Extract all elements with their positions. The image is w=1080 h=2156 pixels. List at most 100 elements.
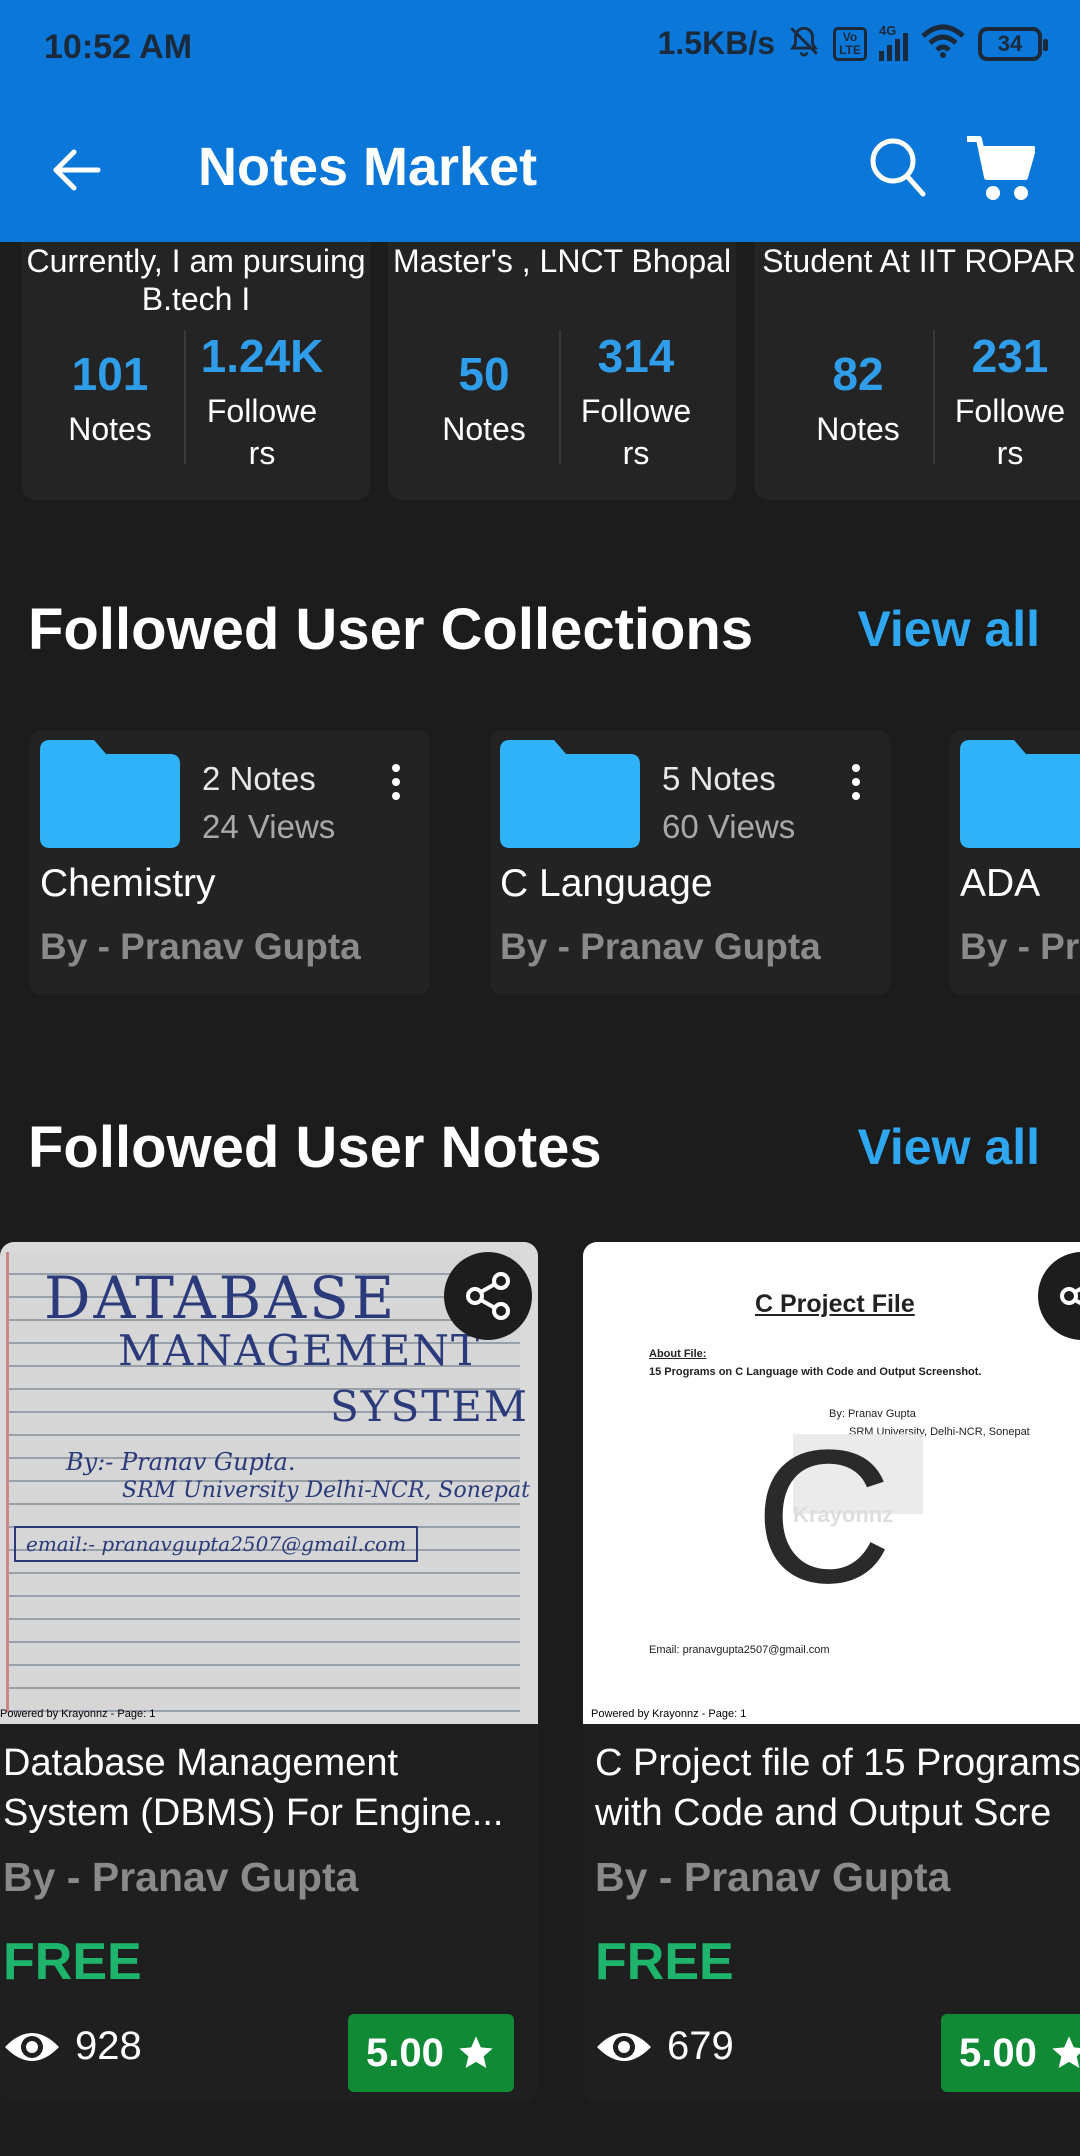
profile-description: Master's , LNCT Bhopal xyxy=(392,243,732,279)
note-card[interactable]: DATABASE MANAGEMENT SYSTEM By:- Pranav G… xyxy=(0,1242,538,2102)
collection-card[interactable]: 2 Notes 24 Views Chemistry By - Pranav G… xyxy=(30,730,430,995)
mute-bell-icon xyxy=(787,24,821,63)
followers-count: 1.24K xyxy=(200,330,324,382)
notes-count: 101 xyxy=(71,348,149,400)
profile-followers-stat: 1.24K Followe rs xyxy=(192,330,332,474)
search-button[interactable] xyxy=(862,130,934,206)
collection-card[interactable]: ADA By - Pranav Gupta xyxy=(950,730,1080,995)
rating-badge: 5.00 xyxy=(348,2014,514,2092)
folder-icon xyxy=(500,740,640,848)
thumb-email: email:- pranavgupta2507@gmail.com xyxy=(14,1526,419,1562)
stat-divider xyxy=(559,330,561,464)
collection-views-count: 60 Views xyxy=(662,808,796,845)
volte-icon: Vo LTE xyxy=(833,26,867,61)
app-header: 10:52 AM 1.5KB/s Vo LTE 4G 34 Notes Mark… xyxy=(0,0,1080,242)
notes-label: Notes xyxy=(442,411,526,447)
thumb-university: SRM University Delhi-NCR, Sonepat xyxy=(122,1478,530,1503)
notes-label: Notes xyxy=(816,411,900,447)
rating-badge: 5.00 xyxy=(941,2014,1080,2092)
thumb-footer: Powered by Krayonnz - Page: 1 xyxy=(591,1708,747,1720)
thumb-about-desc: 15 Programs on C Language with Code and … xyxy=(649,1366,982,1378)
thumb-heading: C Project File xyxy=(755,1290,915,1318)
profile-notes-stat: 101 Notes xyxy=(40,348,180,450)
back-button[interactable] xyxy=(40,134,112,206)
thumb-footer: Powered by Krayonnz - Page: 1 xyxy=(0,1708,156,1720)
toolbar: Notes Market xyxy=(0,96,1080,242)
profile-notes-stat: 82 Notes xyxy=(788,348,928,450)
thumb-about: About File: xyxy=(649,1348,707,1360)
thumb-big-letter: C xyxy=(755,1411,893,1623)
app-screen: Currently, I am pursuing B.tech I Master… xyxy=(0,0,1080,2156)
notes-count: 82 xyxy=(832,348,884,400)
followers-count: 314 xyxy=(597,330,675,382)
profile-description: Student At IIT ROPAR xyxy=(762,243,1076,279)
stat-divider xyxy=(933,330,935,464)
more-vert-icon xyxy=(392,764,400,772)
note-views: 928 xyxy=(3,2024,142,2069)
folder-icon xyxy=(960,740,1080,848)
page-title: Notes Market xyxy=(198,137,538,197)
star-icon xyxy=(1052,2036,1080,2068)
share-icon xyxy=(466,1272,510,1320)
thumb-email: Email: pranavgupta2507@gmail.com xyxy=(649,1644,830,1656)
search-icon xyxy=(870,138,926,197)
eye-icon xyxy=(597,2032,651,2061)
profile-followers-stat: 314 Followe rs xyxy=(566,330,706,474)
note-card[interactable]: C Project File About File: 15 Programs o… xyxy=(583,1242,1080,2102)
rating-value: 5.00 xyxy=(959,2030,1037,2075)
note-title: C Project file of 15 Programs with Code … xyxy=(595,1742,1080,1834)
thumb-heading: DATABASE xyxy=(44,1264,398,1332)
status-bar: 10:52 AM 1.5KB/s Vo LTE 4G 34 xyxy=(0,0,1080,96)
collection-author: By - Pranav Gupta xyxy=(40,926,361,967)
note-price: FREE xyxy=(3,1933,142,1991)
followers-label: Followe rs xyxy=(580,393,692,471)
more-vert-icon xyxy=(852,764,860,772)
status-time: 10:52 AM xyxy=(44,28,193,66)
share-icon xyxy=(1060,1286,1080,1306)
followers-count: 231 xyxy=(971,330,1049,382)
network-speed: 1.5KB/s xyxy=(657,25,775,61)
collection-name: Chemistry xyxy=(40,862,216,905)
notes-label: Notes xyxy=(68,411,152,447)
collection-notes-count: 5 Notes xyxy=(662,760,776,797)
thumb-subheading: MANAGEMENT xyxy=(118,1326,482,1375)
notes-view-all-link[interactable]: View all xyxy=(857,1118,1040,1176)
collection-views-count: 24 Views xyxy=(202,808,336,845)
note-author: By - Pranav Gupta xyxy=(595,1854,951,1900)
views-count: 679 xyxy=(667,2024,734,2068)
profile-notes-stat: 50 Notes xyxy=(414,348,554,450)
folder-icon xyxy=(40,740,180,848)
note-author: By - Pranav Gupta xyxy=(3,1854,359,1900)
note-thumbnail[interactable]: DATABASE MANAGEMENT SYSTEM By:- Pranav G… xyxy=(0,1242,538,1724)
thumb-subheading: SYSTEM xyxy=(330,1382,529,1431)
followers-label: Followe rs xyxy=(954,393,1066,471)
more-options-button[interactable] xyxy=(376,752,416,812)
back-arrow-icon xyxy=(53,149,101,191)
signal-icon: 4G xyxy=(879,23,908,61)
profile-description: Currently, I am pursuing B.tech I xyxy=(26,243,366,312)
share-button[interactable] xyxy=(444,1252,532,1340)
cart-button[interactable] xyxy=(958,126,1042,210)
share-button[interactable] xyxy=(1038,1252,1080,1340)
note-title: Database Management System (DBMS) For En… xyxy=(3,1742,504,1834)
wifi-icon xyxy=(920,24,966,63)
rating-value: 5.00 xyxy=(366,2030,444,2075)
followers-label: Followe rs xyxy=(206,393,318,471)
collection-name: ADA xyxy=(960,862,1041,905)
stat-divider xyxy=(184,330,186,464)
network-type: 4G xyxy=(879,22,897,38)
more-options-button[interactable] xyxy=(836,752,876,812)
collection-notes-count: 2 Notes xyxy=(202,760,316,797)
collections-view-all-link[interactable]: View all xyxy=(857,600,1040,658)
collections-section-title: Followed User Collections xyxy=(28,597,754,662)
star-icon xyxy=(459,2036,493,2068)
status-icons: 1.5KB/s Vo LTE 4G 34 xyxy=(657,23,1048,63)
notes-count: 50 xyxy=(458,348,510,400)
views-count: 928 xyxy=(75,2024,142,2068)
battery-icon: 34 xyxy=(978,26,1048,61)
note-thumbnail[interactable]: C Project File About File: 15 Programs o… xyxy=(583,1242,1080,1724)
collection-card[interactable]: 5 Notes 60 Views C Language By - Pranav … xyxy=(490,730,890,995)
note-price: FREE xyxy=(595,1933,734,1991)
notes-section-title: Followed User Notes xyxy=(28,1115,602,1180)
eye-icon xyxy=(5,2032,59,2061)
